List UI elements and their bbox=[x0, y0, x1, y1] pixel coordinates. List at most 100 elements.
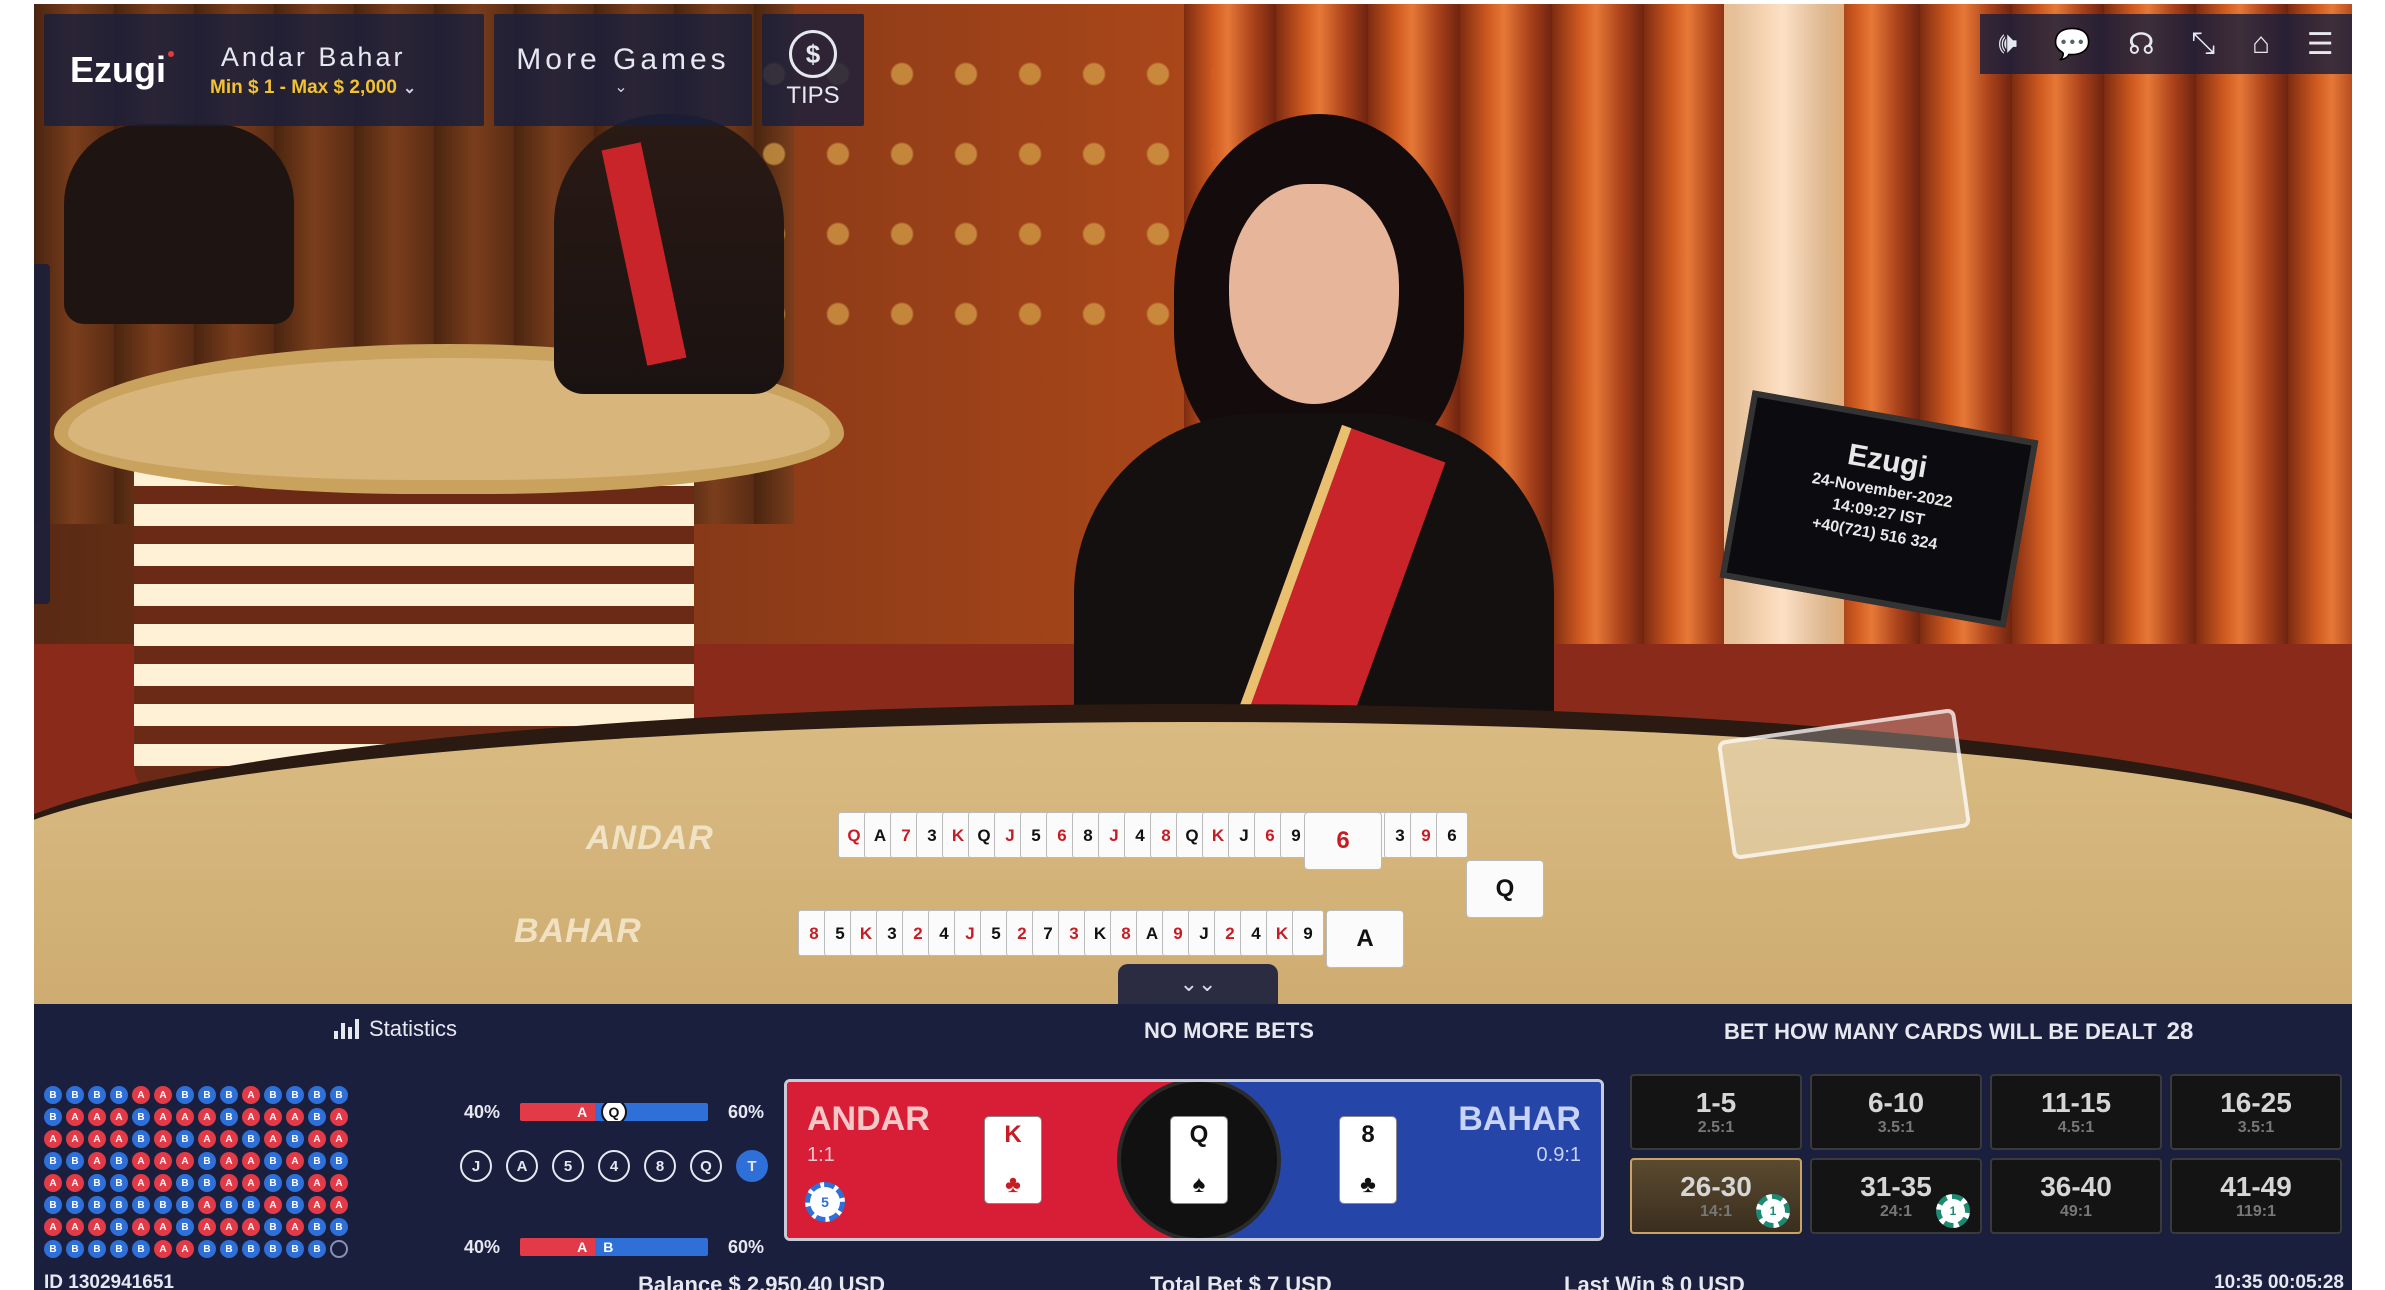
card-rank: Q bbox=[1189, 1121, 1209, 1148]
side-bet-11-15[interactable]: 11-15 4.5:1 bbox=[1990, 1074, 2162, 1150]
percentage-bar-top: 40% A B Q 60% bbox=[464, 1101, 764, 1123]
bead-result: B bbox=[66, 1240, 84, 1258]
bead-result: A bbox=[88, 1152, 106, 1170]
side-bet-label: BET HOW MANY CARDS WILL BE DEALT bbox=[1724, 1019, 2157, 1044]
bahar-percentage: 60% bbox=[727, 1236, 764, 1257]
bead-result: B bbox=[308, 1240, 326, 1258]
bead-result: B bbox=[176, 1130, 194, 1148]
speaker-icon[interactable]: 🕪 bbox=[1998, 27, 2017, 61]
side-bet-odds: 119:1 bbox=[2235, 1203, 2277, 1220]
bahar-card-row: 85K324J5273K8A9J24K9 bbox=[798, 910, 1324, 956]
bead-result: B bbox=[44, 1152, 62, 1170]
dealer-face bbox=[1229, 184, 1399, 404]
card-rank: 8 bbox=[1361, 1121, 1375, 1148]
side-bet-range: 16-25 bbox=[2220, 1087, 2292, 1118]
bead-result: B bbox=[242, 1130, 260, 1148]
side-bet-odds: 3.5:1 bbox=[2237, 1119, 2275, 1136]
bet-limits: Min $ 1 - Max $ 2,000 ⌄ bbox=[210, 77, 416, 99]
bead-result: B bbox=[110, 1152, 128, 1170]
andar-title: ANDAR bbox=[807, 1100, 930, 1138]
light-pillar bbox=[1724, 4, 1844, 704]
bead-result: B bbox=[308, 1108, 326, 1126]
bead-result: B bbox=[176, 1174, 194, 1192]
bead-result: B bbox=[110, 1196, 128, 1214]
bead-result: A bbox=[242, 1086, 260, 1104]
bead-result: A bbox=[242, 1174, 260, 1192]
side-bet-range: 36-40 bbox=[2040, 1171, 2112, 1202]
joker-history-chip: J bbox=[460, 1150, 492, 1182]
game-selector[interactable]: Ezugi Andar Bahar Min $ 1 - Max $ 2,000 ⌄ bbox=[44, 14, 484, 126]
table-bahar-label: BAHAR bbox=[514, 912, 642, 950]
bead-result: B bbox=[220, 1240, 238, 1258]
side-bet-36-40[interactable]: 36-40 49:1 bbox=[1990, 1158, 2162, 1234]
bead-result: B bbox=[198, 1086, 216, 1104]
bead-result: A bbox=[264, 1130, 282, 1148]
bahar-odds: 0.9:1 bbox=[1536, 1144, 1581, 1166]
chevron-down-icon: ⌄ bbox=[614, 79, 632, 96]
side-bet-range: 41-49 bbox=[2220, 1171, 2292, 1202]
bead-result: A bbox=[154, 1108, 172, 1126]
more-games-button[interactable]: More Games ⌄ bbox=[494, 14, 752, 126]
tips-button[interactable]: $ TIPS bbox=[762, 14, 864, 126]
bead-result: B bbox=[44, 1108, 62, 1126]
collapse-panel-button[interactable]: ⌄⌄ bbox=[1118, 964, 1278, 1004]
side-bet-1-5[interactable]: 1-5 2.5:1 bbox=[1630, 1074, 1802, 1150]
side-bet-odds: 14:1 bbox=[1699, 1203, 1733, 1220]
bead-result: B bbox=[220, 1086, 238, 1104]
bead-result: B bbox=[66, 1196, 84, 1214]
joker-rank-badge: Q bbox=[601, 1103, 627, 1121]
bead-result: B bbox=[176, 1196, 194, 1214]
bead-result: B bbox=[154, 1196, 172, 1214]
side-bet-26-30[interactable]: 26-30 14:1 1 bbox=[1630, 1158, 1802, 1234]
bead-result: B bbox=[132, 1240, 150, 1258]
chat-icon[interactable]: 💬 bbox=[2054, 27, 2091, 62]
side-bet-odds: 49:1 bbox=[2059, 1203, 2093, 1220]
bead-result: A bbox=[154, 1174, 172, 1192]
menu-icon[interactable]: ☰ bbox=[2307, 27, 2334, 62]
bead-result: A bbox=[132, 1174, 150, 1192]
chevron-down-icon: ⌄ bbox=[402, 79, 417, 97]
more-games-label: More Games bbox=[516, 43, 730, 76]
bead-result: A bbox=[88, 1108, 106, 1126]
andar-percentage: 40% bbox=[464, 1101, 501, 1122]
bead-result: A bbox=[66, 1218, 84, 1236]
statistics-button[interactable]: Statistics bbox=[334, 1016, 457, 1042]
bead-result: A bbox=[132, 1086, 150, 1104]
bead-result: A bbox=[176, 1240, 194, 1258]
side-bet-41-49[interactable]: 41-49 119:1 bbox=[2170, 1158, 2342, 1234]
bead-result: B bbox=[264, 1152, 282, 1170]
betting-panel: Statistics NO MORE BETS BET HOW MANY CAR… bbox=[34, 1004, 2352, 1290]
home-icon[interactable]: ⌂ bbox=[2252, 27, 2270, 61]
bahar-percentage: 60% bbox=[727, 1101, 764, 1122]
bead-result: B bbox=[264, 1240, 282, 1258]
collapse-icon[interactable]: ⤡ bbox=[2191, 27, 2215, 61]
side-bet-31-35[interactable]: 31-35 24:1 1 bbox=[1810, 1158, 1982, 1234]
side-bet-odds: 4.5:1 bbox=[2057, 1119, 2095, 1136]
bead-result: A bbox=[264, 1108, 282, 1126]
side-bet-16-25[interactable]: 16-25 3.5:1 bbox=[2170, 1074, 2342, 1150]
bead-result: B bbox=[286, 1196, 304, 1214]
bead-result: A bbox=[132, 1152, 150, 1170]
table-card: 9 bbox=[1292, 910, 1324, 956]
side-bet-header: BET HOW MANY CARDS WILL BE DEALT 28 bbox=[1724, 1018, 2193, 1046]
bead-result: B bbox=[264, 1218, 282, 1236]
bead-result: B bbox=[132, 1196, 150, 1214]
bead-result: B bbox=[44, 1240, 62, 1258]
bead-result: A bbox=[308, 1196, 326, 1214]
bead-result: B bbox=[88, 1240, 106, 1258]
bead-result: B bbox=[242, 1240, 260, 1258]
bead-result: A bbox=[66, 1130, 84, 1148]
bead-result: A bbox=[88, 1130, 106, 1148]
bead-result: A bbox=[330, 1174, 348, 1192]
headset-icon[interactable]: ☊ bbox=[2128, 27, 2155, 62]
bead-result: A bbox=[242, 1108, 260, 1126]
bead-result: B bbox=[308, 1086, 326, 1104]
side-drawer-handle[interactable] bbox=[34, 264, 50, 604]
background-dealer bbox=[554, 114, 784, 394]
bead-result: B bbox=[44, 1196, 62, 1214]
bead-result: A bbox=[44, 1174, 62, 1192]
bead-result: A bbox=[220, 1218, 238, 1236]
bead-result: A bbox=[154, 1130, 172, 1148]
side-bet-6-10[interactable]: 6-10 3.5:1 bbox=[1810, 1074, 1982, 1150]
bead-result: A bbox=[110, 1130, 128, 1148]
